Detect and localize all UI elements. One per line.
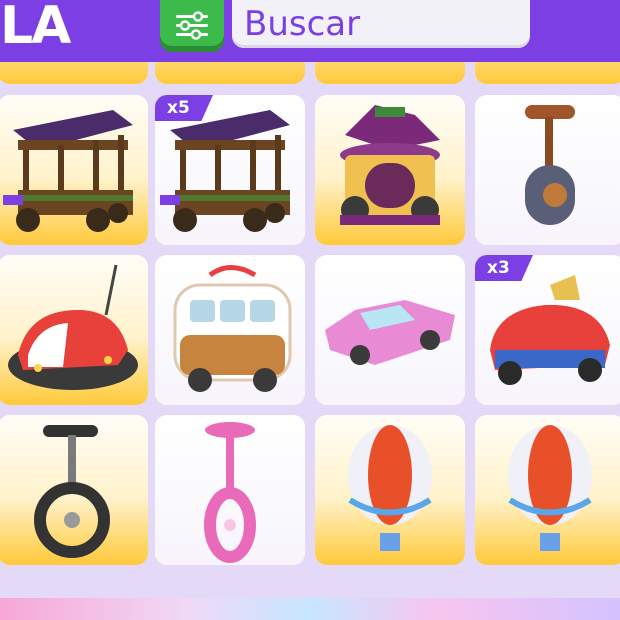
hot-air-balloon-icon — [348, 425, 432, 551]
inventory-tile[interactable] — [0, 415, 148, 565]
bottom-decoration — [0, 598, 620, 620]
filter-icon — [176, 11, 208, 40]
inventory-tile[interactable] — [315, 62, 465, 84]
inventory-tile[interactable] — [0, 62, 148, 84]
pink-cadillac-icon — [325, 300, 455, 365]
inventory-tile[interactable] — [475, 62, 620, 84]
inventory-tile[interactable] — [0, 255, 148, 405]
tab-title[interactable]: LA — [0, 0, 71, 56]
witch-hat-carriage-icon — [340, 105, 440, 225]
inventory-tile[interactable] — [315, 255, 465, 405]
search-placeholder: Buscar — [244, 4, 361, 44]
inventory-tile[interactable]: x5 — [155, 95, 305, 245]
inventory-tile[interactable] — [155, 62, 305, 84]
inventory-tile[interactable] — [315, 95, 465, 245]
inventory-tile[interactable] — [475, 415, 620, 565]
inventory-tile[interactable]: x3 — [475, 255, 620, 405]
search-input[interactable]: Buscar — [232, 0, 530, 48]
inventory-tile[interactable] — [155, 415, 305, 565]
gingerbread-van-icon — [173, 265, 292, 392]
top-bar: LA Buscar — [0, 0, 620, 62]
filter-button[interactable] — [160, 0, 224, 52]
inventory-grid[interactable]: x5 x3 — [0, 62, 620, 602]
inventory-tile[interactable] — [155, 255, 305, 405]
inventory-tile[interactable] — [0, 95, 148, 245]
inventory-tile[interactable] — [315, 415, 465, 565]
unicycle-seat-icon — [525, 105, 575, 225]
black-unicycle-icon — [34, 425, 110, 558]
covered-wagon-cart-icon — [3, 110, 133, 232]
hot-air-balloon-icon — [508, 425, 592, 551]
inventory-tile[interactable] — [475, 95, 620, 245]
pink-unicycle-icon — [204, 422, 256, 563]
bumper-car-icon — [8, 264, 138, 390]
